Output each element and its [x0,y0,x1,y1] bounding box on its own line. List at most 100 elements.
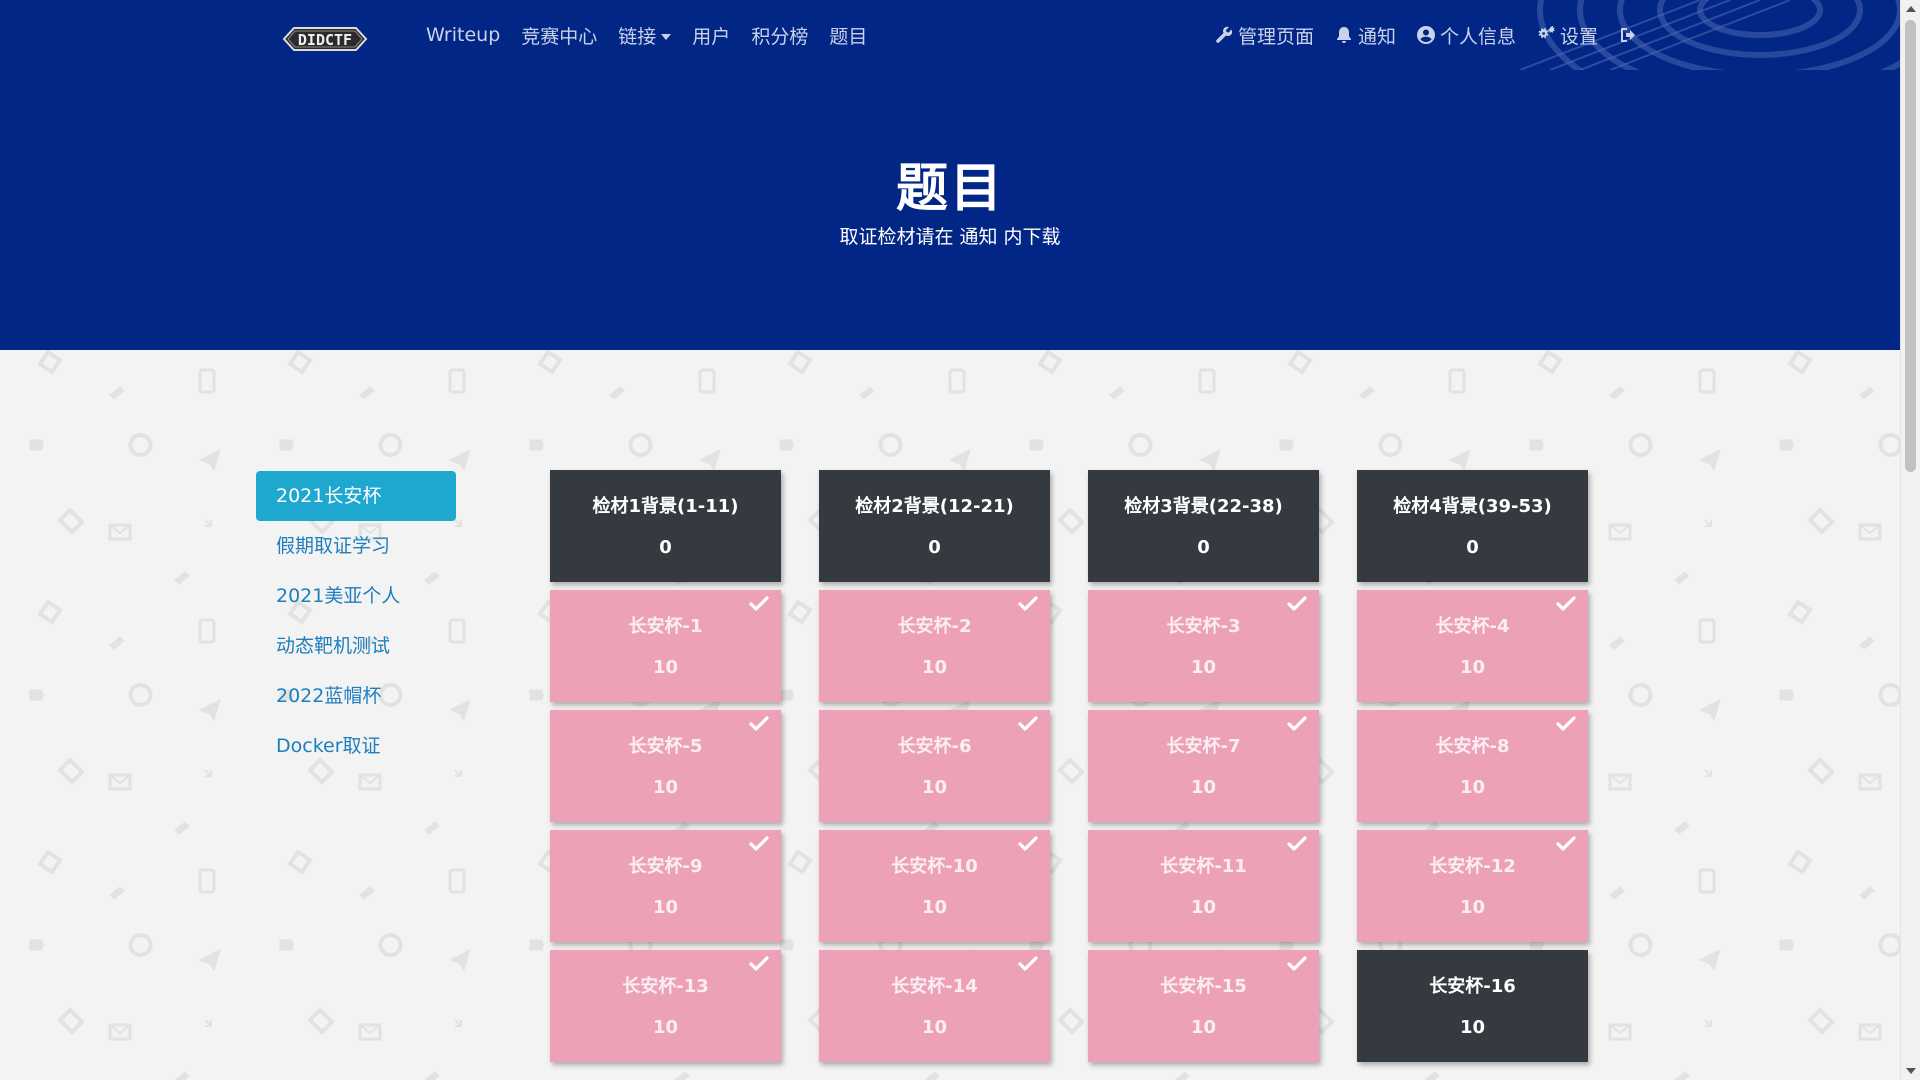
challenge-value: 10 [652,897,679,918]
challenge-value: 10 [652,1017,679,1038]
challenge-name: 检材1背景(1-11) [592,496,739,517]
wrench-icon [1216,26,1233,43]
brand-logo[interactable]: DIDCTF [280,24,370,54]
check-icon [1287,596,1307,611]
challenge-value: 10 [652,657,679,678]
nav-user-links: 管理页面 通知 个人信息 设置 [1194,0,1642,70]
challenge-card[interactable]: 长安杯-1 10 [550,590,781,702]
page-title: 题目 [895,159,1004,219]
challenge-card[interactable]: 长安杯-3 10 [1088,590,1319,702]
nav-main-links: Writeup 竞赛中心 链接 用户 积分榜 题目 [426,0,888,70]
challenge-value: 10 [1459,1017,1486,1038]
challenge-value: 0 [1466,537,1479,558]
challenge-card[interactable]: 长安杯-11 10 [1088,830,1319,942]
page-subtitle: 取证检材请在 通知 内下载 [839,226,1061,248]
scroll-thumb[interactable] [1905,20,1916,472]
challenge-card[interactable]: 长安杯-16 10 [1357,950,1588,1062]
challenge-name: 长安杯-5 [628,736,703,757]
nav-users[interactable]: 用户 [692,22,730,49]
challenge-card[interactable]: 长安杯-13 10 [550,950,781,1062]
challenge-card[interactable]: 长安杯-4 10 [1357,590,1588,702]
check-icon [1556,596,1576,611]
challenge-card[interactable]: 长安杯-15 10 [1088,950,1319,1062]
category-item[interactable]: Docker取证 [256,721,456,771]
challenge-value: 10 [921,777,948,798]
check-icon [749,596,769,611]
gears-icon [1538,25,1555,39]
nav-profile-label: 个人信息 [1439,25,1516,48]
category-item[interactable]: 2021美亚个人 [256,571,456,621]
nav-competition-center[interactable]: 竞赛中心 [521,22,597,49]
nav-challenges[interactable]: 题目 [829,22,867,49]
challenge-card[interactable]: 长安杯-14 10 [819,950,1050,1062]
challenge-card[interactable]: 长安杯-12 10 [1357,830,1588,942]
nav-admin-label: 管理页面 [1237,25,1314,48]
challenge-name: 长安杯-13 [622,976,709,997]
check-icon [749,836,769,851]
challenge-card[interactable]: 检材1背景(1-11) 0 [550,470,781,582]
category-item[interactable]: 2021长安杯 [256,471,456,521]
challenge-value: 10 [1459,657,1486,678]
nav-settings-label: 设置 [1559,25,1598,48]
challenge-value: 10 [1459,897,1486,918]
check-icon [1018,596,1038,611]
challenge-value: 10 [1190,897,1217,918]
challenge-value: 10 [1190,657,1217,678]
challenge-value: 10 [921,897,948,918]
challenge-card[interactable]: 检材4背景(39-53) 0 [1357,470,1588,582]
scroll-down-arrow-icon[interactable] [1906,1068,1916,1074]
check-icon [1287,716,1307,731]
nav-scoreboard[interactable]: 积分榜 [751,22,808,49]
check-icon [1556,836,1576,851]
challenge-card[interactable]: 检材3背景(22-38) 0 [1088,470,1319,582]
check-icon [1287,956,1307,971]
challenge-name: 长安杯-8 [1435,736,1510,757]
category-item[interactable]: 假期取证学习 [256,521,456,571]
nav-notifications-label: 通知 [1357,25,1396,48]
challenge-value: 10 [921,657,948,678]
challenge-value: 10 [1459,777,1486,798]
challenge-name: 长安杯-2 [897,616,972,637]
challenge-value: 0 [928,537,941,558]
check-icon [749,716,769,731]
challenge-card[interactable]: 检材2背景(12-21) 0 [819,470,1050,582]
nav-links-dropdown[interactable]: 链接 [618,22,672,49]
page-header: 题目 取证检材请在 通知 内下载 [0,70,1900,350]
challenge-value: 10 [1190,777,1217,798]
svg-text:DIDCTF: DIDCTF [298,31,352,49]
challenge-name: 检材2背景(12-21) [855,496,1014,517]
category-item[interactable]: 动态靶机测试 [256,621,456,671]
nav-writeup[interactable]: Writeup [426,24,500,46]
challenge-value: 0 [659,537,672,558]
category-item[interactable]: 2022蓝帽杯 [256,671,456,721]
nav-logout[interactable] [1618,25,1642,45]
nav-settings[interactable]: 设置 [1536,22,1598,49]
check-icon [1018,956,1038,971]
challenge-card[interactable]: 长安杯-6 10 [819,710,1050,822]
check-icon [749,956,769,971]
challenge-name: 长安杯-12 [1429,856,1516,877]
challenge-name: 长安杯-1 [628,616,703,637]
challenge-name: 长安杯-10 [891,856,978,877]
user-circle-icon [1416,26,1435,44]
page-scrollbar[interactable] [1900,0,1920,1080]
challenge-value: 10 [921,1017,948,1038]
challenge-name: 检材4背景(39-53) [1393,496,1552,517]
challenge-card[interactable]: 长安杯-7 10 [1088,710,1319,822]
check-icon [1018,716,1038,731]
challenge-name: 长安杯-3 [1166,616,1241,637]
challenge-name: 长安杯-11 [1160,856,1247,877]
challenge-name: 检材3背景(22-38) [1124,496,1283,517]
challenge-card[interactable]: 长安杯-2 10 [819,590,1050,702]
challenge-name: 长安杯-16 [1429,976,1516,997]
challenge-card[interactable]: 长安杯-9 10 [550,830,781,942]
scroll-up-arrow-icon[interactable] [1906,6,1916,12]
nav-profile[interactable]: 个人信息 [1416,22,1516,49]
caret-down-icon [661,34,672,40]
challenge-card[interactable]: 长安杯-8 10 [1357,710,1588,822]
nav-notifications[interactable]: 通知 [1334,22,1396,49]
challenge-card[interactable]: 长安杯-10 10 [819,830,1050,942]
challenge-value: 10 [1190,1017,1217,1038]
nav-admin[interactable]: 管理页面 [1214,22,1314,49]
challenge-card[interactable]: 长安杯-5 10 [550,710,781,822]
